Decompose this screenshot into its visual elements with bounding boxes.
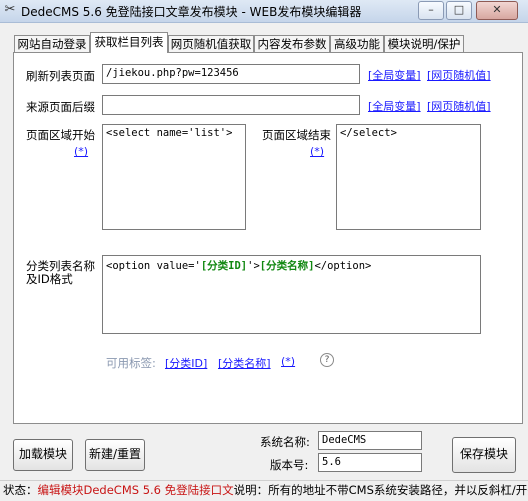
status-prefix: 状态： xyxy=(3,483,38,497)
refresh-url-input[interactable]: /jiekou.php?pw=123456 xyxy=(102,64,360,84)
tab-random-value[interactable]: 网页随机值获取 xyxy=(168,35,254,52)
format-tag-id: [分类ID] xyxy=(200,260,248,272)
version-label: 版本号: xyxy=(270,458,309,472)
tab-advanced[interactable]: 高级功能 xyxy=(330,35,384,52)
refresh-label: 刷新列表页面 xyxy=(26,69,95,83)
tag-name-link[interactable]: [分类名称] xyxy=(218,355,271,371)
region-end-label: 页面区域结束 xyxy=(262,128,331,142)
format-mid: '> xyxy=(247,260,260,272)
global-var-link-2[interactable]: [全局变量] xyxy=(368,98,421,114)
tab-publish-params[interactable]: 内容发布参数 xyxy=(254,35,330,52)
format-prefix: <option value=' xyxy=(106,260,201,272)
region-end-input[interactable]: </select> xyxy=(336,124,481,230)
available-tags-label: 可用标签: xyxy=(106,356,156,370)
random-value-link-2[interactable]: [网页随机值] xyxy=(427,98,491,114)
new-reset-button[interactable]: 新建/重置 xyxy=(85,439,145,471)
hint-icon[interactable]: ? xyxy=(320,353,334,367)
tab-auto-login[interactable]: 网站自动登录 xyxy=(14,35,90,52)
status-editing: 编辑模块DedeCMS 5.6 免登陆接口文 xyxy=(37,483,234,497)
category-format-input[interactable]: <option value='[分类ID]'>[分类名称]</option> xyxy=(102,255,481,334)
region-start-input[interactable]: <select name='list'> xyxy=(102,124,246,230)
tag-star-link[interactable]: (*) xyxy=(281,355,295,368)
close-button[interactable]: ✕ xyxy=(476,1,518,20)
format-suffix: </option> xyxy=(314,260,372,272)
region-end-star-link[interactable]: (*) xyxy=(310,145,324,158)
tab-category-list[interactable]: 获取栏目列表 xyxy=(90,32,168,53)
window-title: DedeCMS 5.6 免登陆接口文章发布模块 - WEB发布模块编辑器 xyxy=(21,5,362,19)
status-bar: 状态：编辑模块DedeCMS 5.6 免登陆接口文说明：所有的地址不带CMS系统… xyxy=(0,480,528,501)
title-bar: ✂ DedeCMS 5.6 免登陆接口文章发布模块 - WEB发布模块编辑器 –… xyxy=(0,0,528,23)
maximize-button[interactable]: □ xyxy=(446,1,472,20)
tools-icon: ✂ xyxy=(4,2,16,17)
minimize-button[interactable]: – xyxy=(418,1,444,20)
save-module-button[interactable]: 保存模块 xyxy=(452,437,516,473)
tag-id-link[interactable]: [分类ID] xyxy=(165,355,207,371)
region-start-label: 页面区域开始 xyxy=(26,128,95,142)
format-tag-name: [分类名称] xyxy=(259,260,315,272)
source-suffix-input[interactable] xyxy=(102,95,360,115)
status-note: 说明：所有的地址不带CMS系统安装路径，并以反斜杠/开头， xyxy=(233,483,528,497)
region-start-star-link[interactable]: (*) xyxy=(74,145,88,158)
category-label-line2: 及ID格式 xyxy=(26,272,73,286)
system-name-label: 系统名称: xyxy=(260,435,310,449)
load-module-button[interactable]: 加载模块 xyxy=(13,439,73,471)
version-input[interactable]: 5.6 xyxy=(318,453,422,472)
tab-module-info[interactable]: 模块说明/保护 xyxy=(384,35,464,52)
global-var-link[interactable]: [全局变量] xyxy=(368,67,421,83)
random-value-link[interactable]: [网页随机值] xyxy=(427,67,491,83)
source-suffix-label: 来源页面后缀 xyxy=(26,100,95,114)
system-name-input[interactable]: DedeCMS xyxy=(318,431,422,450)
